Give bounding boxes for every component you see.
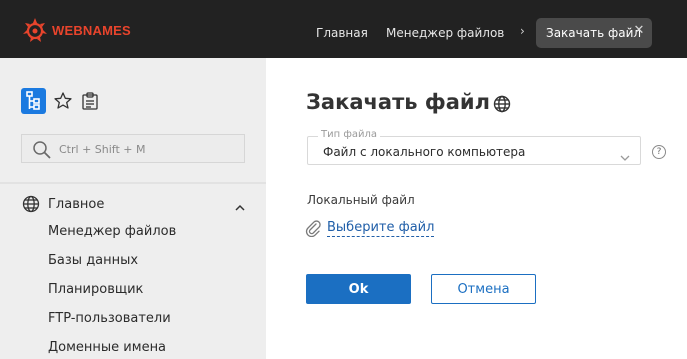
tree-view-icon [26,91,40,110]
clipboard-button[interactable] [80,91,100,111]
globe-icon [22,195,40,217]
file-type-value: Файл с локального компьютера [323,145,526,159]
sidebar-search-input[interactable]: Ctrl + Shift + M [21,134,245,163]
file-type-label: Тип файла [318,129,381,140]
sidebar-divider [0,182,266,184]
star-icon [54,92,72,109]
tab-label: Закачать файл [546,26,642,40]
chevron-right-icon: › [520,24,525,38]
help-icon[interactable]: ? [652,145,666,159]
search-placeholder: Ctrl + Shift + M [59,143,146,156]
close-icon[interactable]: ✕ [632,24,646,38]
globe-icon [493,95,511,117]
search-icon [32,140,52,164]
tab-upload-file[interactable]: Закачать файл ✕ [536,18,652,48]
sidebar-group-main[interactable]: Главное [0,192,266,216]
sidebar-group-label: Главное [48,197,105,212]
brand-name: WEBNAMES [52,22,131,38]
local-file-label: Локальный файл [307,193,415,207]
page-title: Закачать файл [306,90,490,114]
ok-button[interactable]: Ok [306,274,411,304]
clipboard-icon [82,92,98,110]
favorites-button[interactable] [53,91,73,111]
logo-icon [22,17,48,43]
chevron-up-icon[interactable] [234,198,246,217]
sidebar-item-databases[interactable]: Базы данных [48,253,138,268]
sidebar: Ctrl + Shift + M Главное Менеджер файлов… [0,58,266,359]
sidebar-item-ftp-users[interactable]: FTP-пользователи [48,311,171,326]
tree-view-button[interactable] [21,88,46,114]
top-header: WEBNAMES Главная Менеджер файлов › Закач… [0,0,687,58]
chevron-down-icon [620,147,630,166]
file-type-select[interactable]: Файл с локального компьютера [307,136,641,165]
sidebar-item-file-manager[interactable]: Менеджер файлов [48,224,176,239]
paperclip-icon [305,219,321,241]
nav-home[interactable]: Главная [316,26,368,40]
sidebar-item-scheduler[interactable]: Планировщик [48,282,143,297]
cancel-button[interactable]: Отмена [431,274,536,304]
brand-logo[interactable]: WEBNAMES [22,17,131,43]
choose-file-link[interactable]: Выберите файл [327,220,435,237]
sidebar-item-domains[interactable]: Доменные имена [48,340,166,355]
nav-file-manager[interactable]: Менеджер файлов [386,26,504,40]
